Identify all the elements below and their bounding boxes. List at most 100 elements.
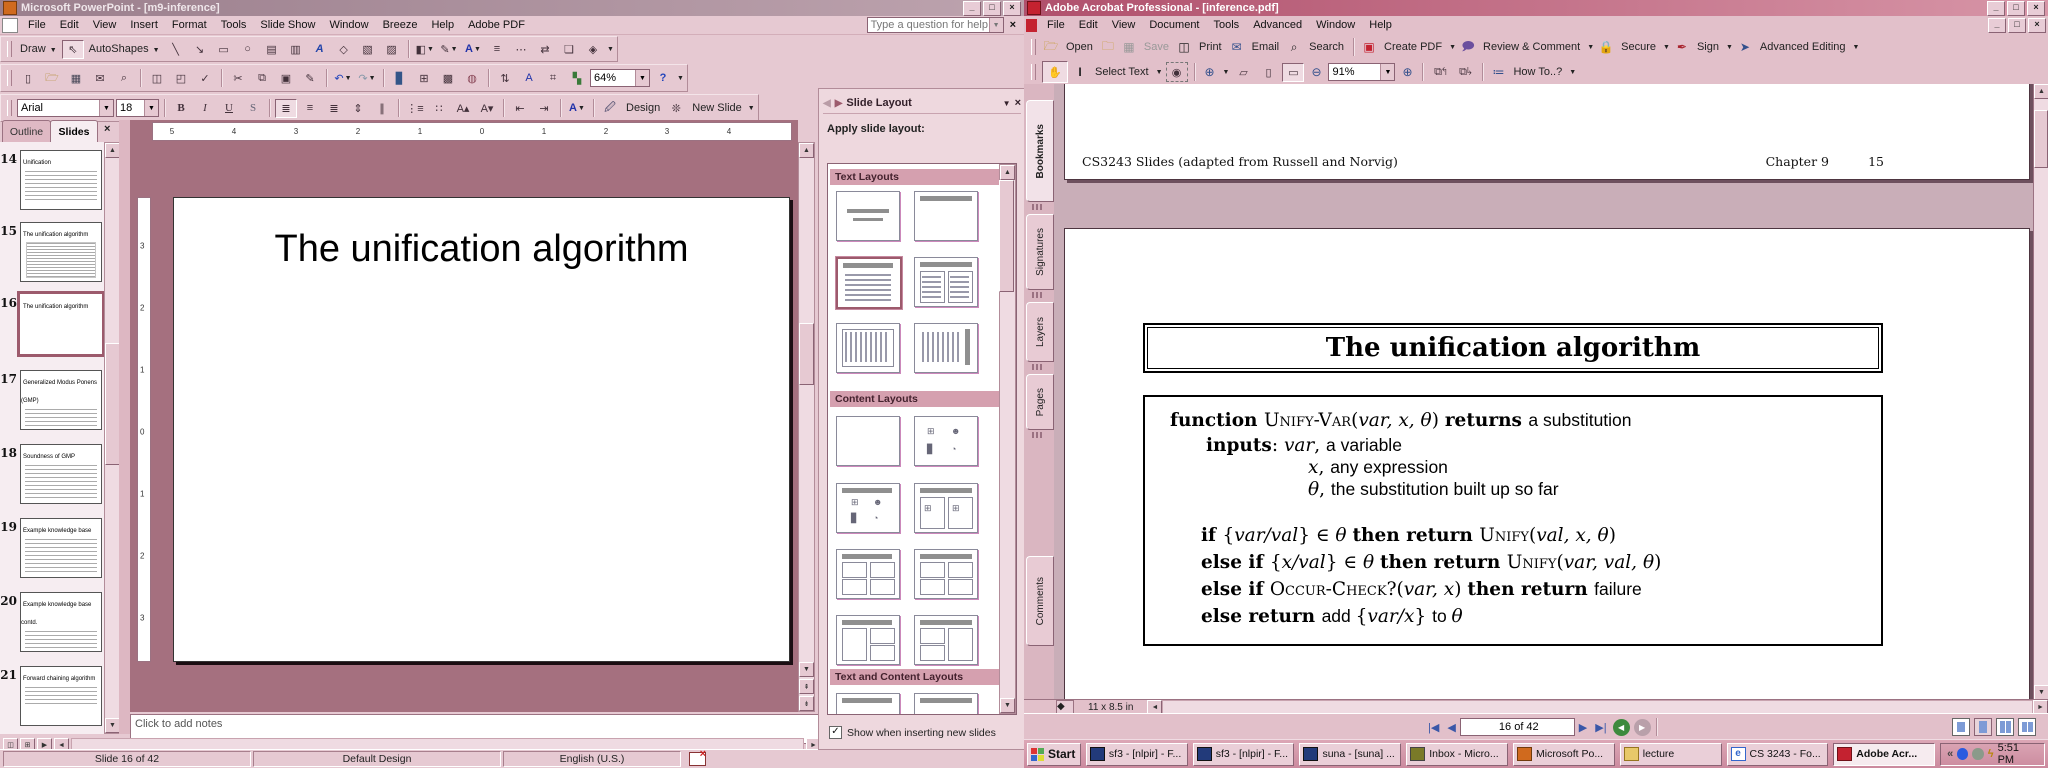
tray-expand-icon[interactable]: « bbox=[1947, 748, 1953, 760]
open-file-icon[interactable]: 🗁 bbox=[41, 69, 63, 88]
chevron-down-icon[interactable]: ▼ bbox=[1726, 44, 1733, 51]
ppt-menu-breeze[interactable]: Breeze bbox=[376, 17, 425, 33]
back-icon[interactable]: ◀ bbox=[823, 98, 831, 109]
chevron-down-icon[interactable]: ▼ bbox=[1449, 44, 1456, 51]
draw-menu-button[interactable]: Draw ▼ bbox=[17, 43, 60, 55]
layout-title-and-text-selected[interactable] bbox=[836, 257, 902, 309]
tab-signatures[interactable]: Signatures bbox=[1026, 214, 1054, 290]
taskpane-close-icon[interactable]: × bbox=[1015, 97, 1021, 109]
acr-menu-document[interactable]: Document bbox=[1142, 17, 1206, 33]
doc-close-button[interactable]: × bbox=[2028, 18, 2046, 33]
messenger-tray-icon[interactable] bbox=[1957, 748, 1968, 760]
thumbnail-slide-18[interactable]: 18 Soundness of GMP bbox=[0, 444, 104, 506]
text-shadow-icon[interactable]: S bbox=[242, 99, 264, 118]
chevron-down-icon[interactable]: ▼ bbox=[1853, 44, 1860, 51]
font-size-combo[interactable]: 18 ▼ bbox=[116, 99, 159, 117]
taskbar-button-lecture[interactable]: lecture bbox=[1620, 743, 1722, 766]
taskbar-button-inbox[interactable]: Inbox - Micro... bbox=[1406, 743, 1508, 766]
taskbar-button-powerpoint[interactable]: Microsoft Po... bbox=[1513, 743, 1615, 766]
align-center-icon[interactable]: ≡ bbox=[299, 99, 321, 118]
scroll-down-icon[interactable]: ▼ bbox=[105, 718, 120, 733]
acrobat-close-button[interactable]: × bbox=[2027, 1, 2045, 16]
actual-size-icon[interactable]: ▱ bbox=[1232, 63, 1254, 82]
snapshot-tool-icon[interactable]: ◉ bbox=[1166, 62, 1188, 82]
start-button[interactable]: Start bbox=[1027, 743, 1081, 766]
doc-restore-button[interactable]: □ bbox=[2008, 18, 2026, 33]
facing-layout-icon[interactable] bbox=[2018, 718, 2036, 736]
fit-page-icon[interactable]: ▯ bbox=[1257, 63, 1279, 82]
canvas-scrollbar[interactable]: ▲ ▼ ⇞ ⇟ bbox=[798, 142, 815, 712]
previous-page-view-icon[interactable]: ⧉↰ bbox=[1429, 63, 1451, 82]
chevron-down-icon[interactable]: ▼ bbox=[1223, 69, 1230, 76]
ppt-menu-insert[interactable]: Insert bbox=[123, 17, 165, 33]
show-when-inserting-checkbox[interactable]: ✓ Show when inserting new slides bbox=[829, 726, 996, 739]
spellcheck-status-icon[interactable] bbox=[689, 752, 706, 766]
taskbar-button-suna[interactable]: suna - [suna] ... bbox=[1299, 743, 1401, 766]
toolbar-grip[interactable] bbox=[1031, 64, 1036, 80]
scroll-up-icon[interactable]: ▲ bbox=[1000, 165, 1015, 180]
scrollbar-thumb[interactable] bbox=[999, 180, 1014, 292]
print-button[interactable]: Print bbox=[1196, 41, 1225, 53]
scroll-up-icon[interactable]: ▲ bbox=[2034, 84, 2048, 99]
decrease-font-icon[interactable]: A▾ bbox=[476, 99, 498, 118]
insert-picture-icon[interactable]: ▨ bbox=[381, 40, 403, 59]
search-icon[interactable]: ⌕ bbox=[1285, 39, 1303, 55]
select-text-button[interactable]: Select Text bbox=[1092, 66, 1152, 78]
ppt-menu-format[interactable]: Format bbox=[165, 17, 214, 33]
doc-minimize-button[interactable]: _ bbox=[1988, 18, 2006, 33]
font-color-icon[interactable]: A▼ bbox=[566, 99, 588, 118]
email-icon[interactable]: ✉ bbox=[89, 69, 111, 88]
zoom-out-icon[interactable]: ⊖ bbox=[1307, 64, 1325, 80]
layout-text-content-partial[interactable] bbox=[836, 693, 900, 715]
howto-button[interactable]: How To..? bbox=[1510, 66, 1565, 78]
open-icon[interactable]: 🗁 bbox=[1042, 39, 1060, 55]
insert-table-icon[interactable]: ⊞ bbox=[413, 69, 435, 88]
layout-title-only[interactable] bbox=[914, 191, 978, 241]
scrollbar-thumb[interactable] bbox=[105, 343, 120, 465]
panel-splitter[interactable] bbox=[119, 120, 130, 734]
ppt-help-search-input[interactable]: Type a question for help ▼ bbox=[867, 17, 1004, 33]
layout-title-2content[interactable]: ⊞⊞ bbox=[914, 483, 978, 533]
acr-menu-window[interactable]: Window bbox=[1309, 17, 1362, 33]
tables-borders-icon[interactable]: ▩ bbox=[437, 69, 459, 88]
font-name-combo[interactable]: Arial ▼ bbox=[17, 99, 114, 117]
expand-all-icon[interactable]: ⇅ bbox=[494, 69, 516, 88]
layout-title-and-2col-text[interactable] bbox=[914, 257, 978, 307]
increase-font-icon[interactable]: A▴ bbox=[452, 99, 474, 118]
autoshapes-menu-button[interactable]: AutoShapes ▼ bbox=[86, 43, 163, 55]
layout-blank[interactable] bbox=[836, 416, 900, 466]
scrollbar-thumb[interactable] bbox=[799, 323, 814, 385]
align-left-icon[interactable]: ≣ bbox=[275, 99, 297, 118]
secure-button[interactable]: Secure bbox=[1618, 41, 1659, 53]
tab-slides[interactable]: Slides bbox=[50, 120, 98, 142]
insert-chart-icon[interactable]: ▊ bbox=[389, 69, 411, 88]
bullets-icon[interactable]: ∷ bbox=[428, 99, 450, 118]
layout-title-slide[interactable] bbox=[836, 191, 900, 241]
toolbar-overflow-icon[interactable]: ▼ bbox=[677, 75, 684, 82]
ppt-menu-edit[interactable]: Edit bbox=[53, 17, 86, 33]
forward-icon[interactable]: ▶ bbox=[835, 98, 843, 109]
scroll-up-icon[interactable]: ▲ bbox=[105, 143, 120, 158]
slide-title-text[interactable]: The unification algorithm bbox=[174, 228, 789, 271]
numbering-icon[interactable]: ⋮≡ bbox=[404, 99, 426, 118]
status-design-template[interactable]: Default Design bbox=[253, 751, 501, 767]
pdf-document-area[interactable]: CS3243 Slides (adapted from Russell and … bbox=[1054, 84, 2034, 700]
show-formatting-icon[interactable]: A bbox=[518, 69, 540, 88]
layout-title-content-2x2-alt[interactable] bbox=[914, 549, 978, 599]
chevron-down-icon[interactable]: ▼ bbox=[1587, 44, 1594, 51]
acr-menu-edit[interactable]: Edit bbox=[1072, 17, 1105, 33]
help-icon[interactable]: ? bbox=[652, 69, 674, 88]
document-scrollbar[interactable]: ▲ ▼ bbox=[2033, 84, 2048, 700]
hyperlink-icon[interactable]: ◍ bbox=[461, 69, 483, 88]
search-button[interactable]: Search bbox=[1306, 41, 1347, 53]
acr-menu-help[interactable]: Help bbox=[1362, 17, 1399, 33]
acr-menu-advanced[interactable]: Advanced bbox=[1246, 17, 1309, 33]
chevron-down-icon[interactable]: ▼ bbox=[989, 18, 1003, 32]
new-slide-button[interactable]: New Slide bbox=[689, 102, 745, 114]
undo-icon[interactable]: ↶▼ bbox=[332, 69, 354, 88]
status-tray-icon[interactable] bbox=[1972, 748, 1983, 760]
ppt-menu-help[interactable]: Help bbox=[424, 17, 461, 33]
next-page-icon[interactable]: ▶ bbox=[1575, 721, 1591, 734]
toolbar-overflow-icon[interactable]: ▼ bbox=[607, 46, 614, 53]
tab-comments[interactable]: Comments bbox=[1026, 556, 1054, 646]
